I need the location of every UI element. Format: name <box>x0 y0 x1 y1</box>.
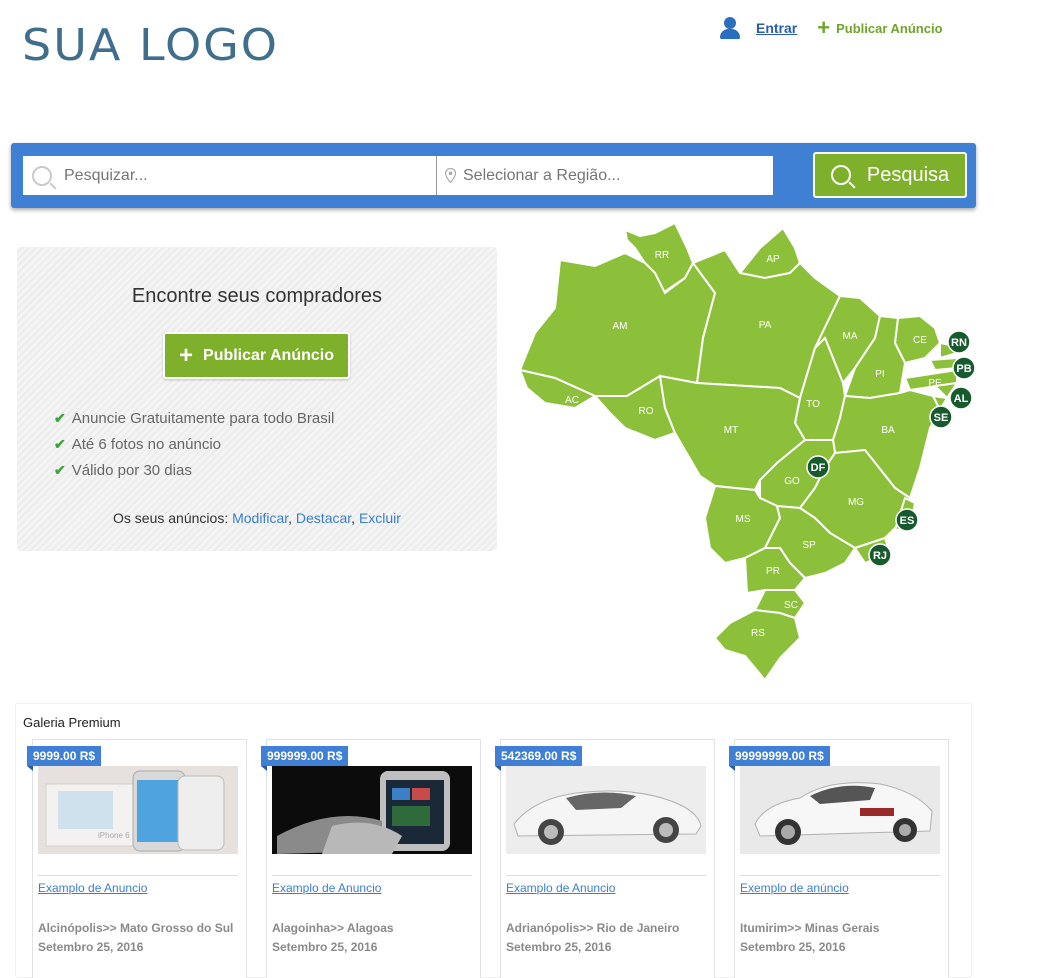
premium-gallery: Galeria Premium 9999.00 R$ iPhone 6 Exam… <box>15 703 972 978</box>
search-query-area <box>23 156 437 195</box>
location-pin-icon <box>445 168 456 183</box>
publish-ad-button[interactable]: + Publicar Anúncio <box>163 332 350 379</box>
card-divider <box>740 875 940 876</box>
feature-item: ✔ Anuncie Gratuitamente para todo Brasil <box>54 409 335 427</box>
state-label: PI <box>875 369 884 380</box>
state-rs[interactable] <box>713 608 802 682</box>
iphone-box-image[interactable]: iPhone 6 <box>38 766 238 854</box>
state-badge-label: PB <box>956 363 971 375</box>
user-icon[interactable] <box>718 16 742 40</box>
state-label: MA <box>843 331 858 342</box>
state-label: PA <box>759 320 772 331</box>
smartphone-image[interactable] <box>272 766 472 854</box>
feature-item: ✔ Até 6 fotos no anúncio <box>54 435 222 453</box>
gallery-card[interactable]: 542369.00 R$ Examplo de Anuncio Adrianóp… <box>495 739 715 978</box>
state-label: AM <box>613 321 628 332</box>
search-fields <box>23 156 773 195</box>
delete-link[interactable]: Excluir <box>359 510 401 526</box>
state-label: AP <box>766 254 780 265</box>
promo-title: Encontre seus compradores <box>131 285 383 307</box>
ad-date: Setembro 25, 2016 <box>506 940 612 954</box>
state-badge-label: RJ <box>873 550 887 562</box>
svg-text:iPhone 6: iPhone 6 <box>98 831 130 840</box>
gallery-card[interactable]: 99999999.00 R$ Exemplo de anúncio Itumir… <box>729 739 949 978</box>
search-input[interactable] <box>64 166 424 185</box>
ad-title-link[interactable]: Examplo de Anuncio <box>272 881 381 895</box>
state-label: BA <box>881 425 895 436</box>
state-label: RO <box>639 406 654 417</box>
white-sports-car-image[interactable] <box>506 766 706 854</box>
ad-date: Setembro 25, 2016 <box>38 940 144 954</box>
state-badge-label: RN <box>951 337 967 349</box>
search-icon <box>830 165 851 185</box>
brazil-map: RR AP AM PA MA CE PI PE AC RO TO MT BA G… <box>518 221 976 682</box>
state-label: TO <box>806 399 820 410</box>
gallery-card[interactable]: 9999.00 R$ iPhone 6 Examplo de Anuncio A… <box>27 739 247 978</box>
price-badge: 9999.00 R$ <box>27 746 102 771</box>
state-label: PR <box>766 566 780 577</box>
ad-location: Adrianópolis>> Rio de Janeiro <box>506 921 680 935</box>
state-ap[interactable] <box>738 226 802 280</box>
state-badge-label: AL <box>954 393 969 405</box>
publish-ad-button-label: Publicar Anúncio <box>203 346 334 364</box>
state-label: SC <box>784 600 798 611</box>
card-divider <box>272 875 472 876</box>
price-badge: 99999999.00 R$ <box>729 746 830 771</box>
state-label: MT <box>724 425 738 436</box>
state-label: RR <box>655 250 669 261</box>
state-label: CE <box>913 335 927 346</box>
promo-box: Encontre seus compradores + Publicar Anú… <box>17 247 497 551</box>
state-label: MS <box>736 514 751 525</box>
modify-link[interactable]: Modificar <box>232 510 288 526</box>
state-label: SP <box>802 540 816 551</box>
state-label: GO <box>784 476 800 487</box>
card-divider <box>38 875 238 876</box>
state-badge-label: ES <box>900 515 915 527</box>
search-button-label: Pesquisa <box>866 163 950 186</box>
search-bar: Pesquisa <box>11 143 976 208</box>
gallery-card[interactable]: 999999.00 R$ Examplo de Anuncio Alagoinh… <box>261 739 481 978</box>
state-badge-label: SE <box>934 412 949 424</box>
ad-location: Itumirim>> Minas Gerais <box>740 921 880 935</box>
site-logo[interactable]: SUA LOGO <box>22 19 279 70</box>
search-button[interactable]: Pesquisa <box>813 152 967 198</box>
region-select-area <box>437 156 763 195</box>
plus-icon: + <box>179 341 194 369</box>
ad-title-link[interactable]: Examplo de Anuncio <box>38 881 147 895</box>
state-badge-label: DF <box>811 462 826 474</box>
card-divider <box>506 875 706 876</box>
white-sedan-image[interactable] <box>740 766 940 854</box>
publish-ad-link[interactable]: Publicar Anúncio <box>836 21 942 36</box>
my-ads-label: Os seus anúncios: <box>113 510 229 526</box>
ad-location: Alagoinha>> Alagoas <box>272 921 394 935</box>
region-select[interactable] <box>463 166 763 185</box>
gallery-title: Galeria Premium <box>23 715 121 730</box>
state-label: AC <box>565 395 579 406</box>
feature-item: ✔ Válido por 30 dias <box>54 461 192 479</box>
price-badge: 542369.00 R$ <box>495 746 583 771</box>
top-links: Entrar + Publicar Anúncio <box>718 16 943 40</box>
map-states <box>518 221 960 682</box>
check-icon: ✔ <box>54 461 66 478</box>
check-icon: ✔ <box>54 409 66 426</box>
ad-location: Alcinópolis>> Mato Grosso do Sul <box>38 921 234 935</box>
check-icon: ✔ <box>54 435 66 452</box>
price-badge: 999999.00 R$ <box>261 746 349 771</box>
state-label: RS <box>751 628 765 639</box>
search-icon <box>32 165 52 186</box>
ad-date: Setembro 25, 2016 <box>740 940 846 954</box>
highlight-link[interactable]: Destacar <box>296 510 351 526</box>
ad-title-link[interactable]: Examplo de Anuncio <box>506 881 615 895</box>
plus-icon[interactable]: + <box>817 17 830 39</box>
feature-list: ✔ Anuncie Gratuitamente para todo Brasil … <box>54 405 334 483</box>
my-ads-line: Os seus anúncios: Modificar, Destacar, E… <box>113 510 401 526</box>
ad-title-link[interactable]: Exemplo de anúncio <box>740 881 849 895</box>
ad-date: Setembro 25, 2016 <box>272 940 378 954</box>
login-link[interactable]: Entrar <box>756 20 797 36</box>
state-label: MG <box>848 497 864 508</box>
state-label: PE <box>928 378 942 389</box>
